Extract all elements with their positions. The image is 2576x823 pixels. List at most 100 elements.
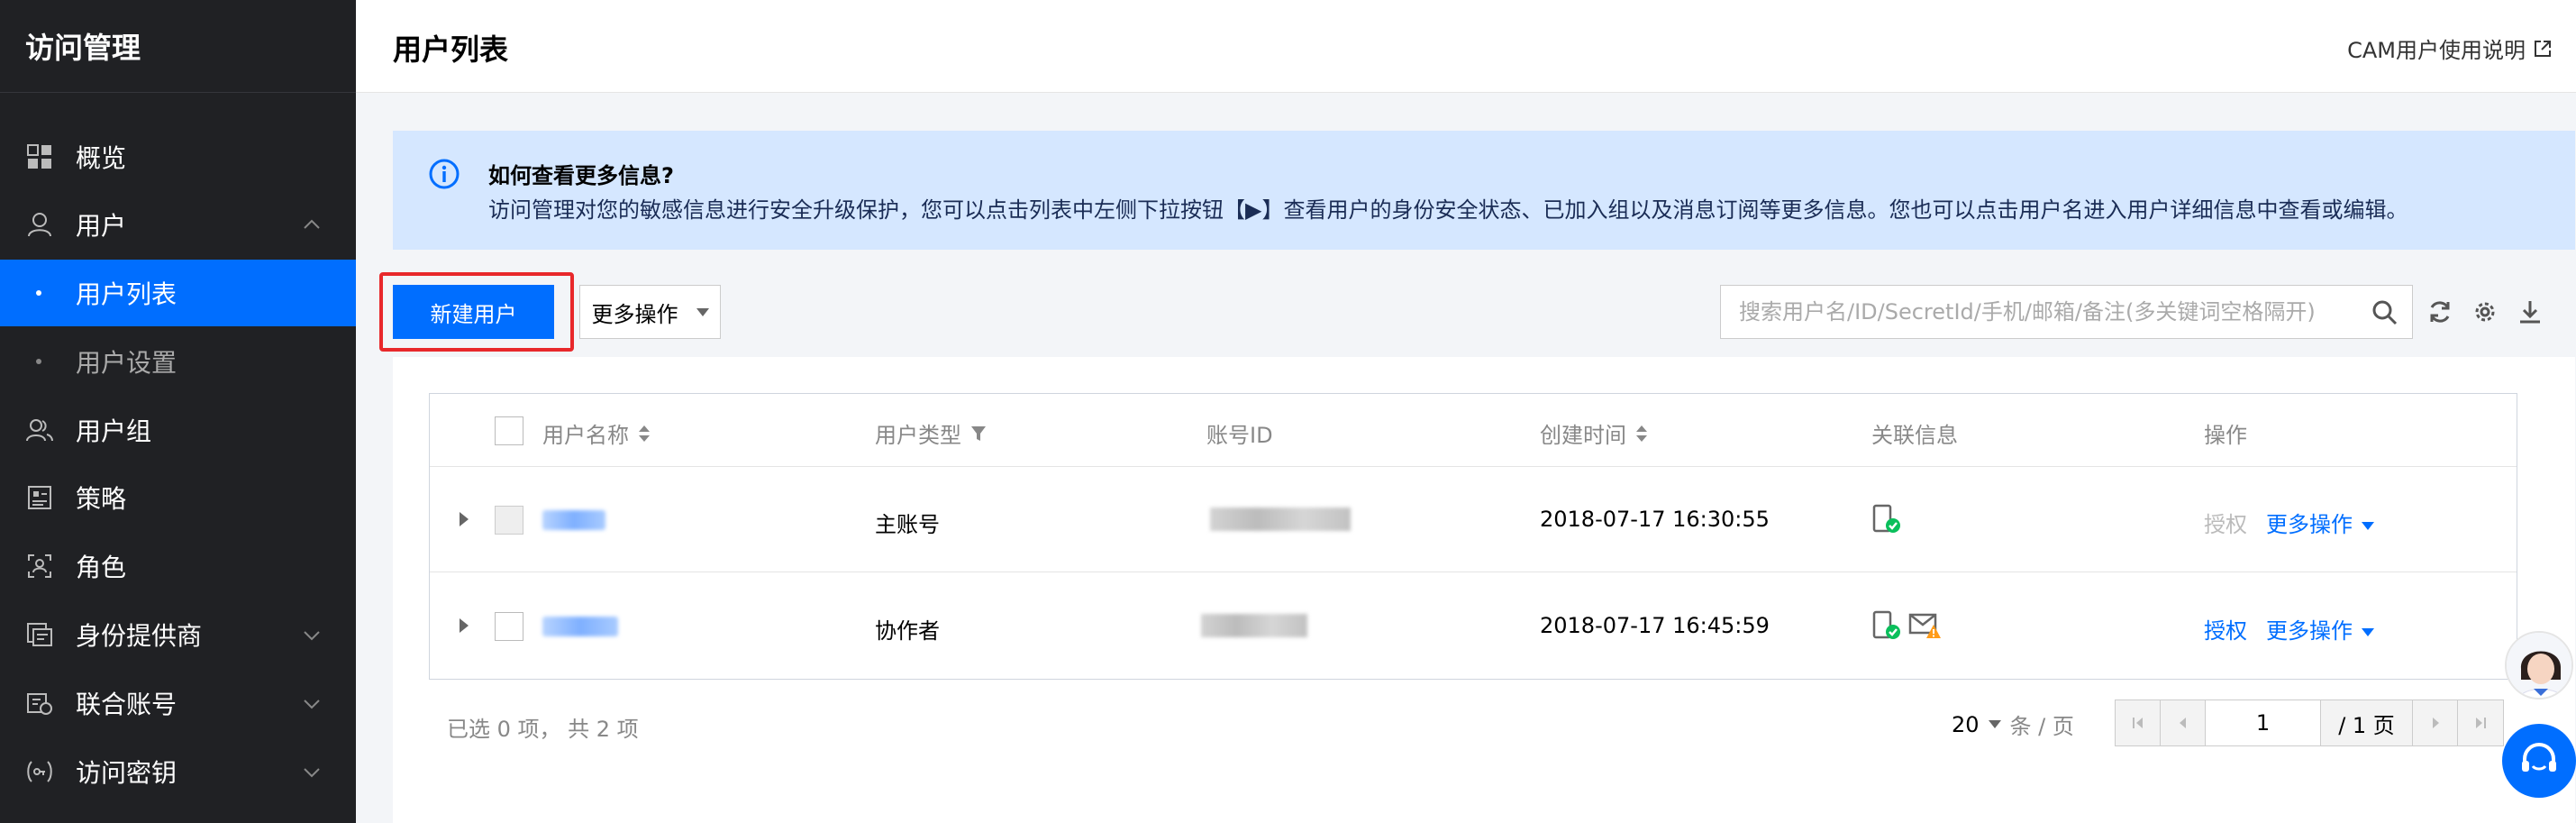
sidebar-item-role[interactable]: 角色	[0, 533, 356, 599]
info-icon	[429, 159, 460, 189]
next-page-icon	[2432, 718, 2439, 728]
select-all-checkbox[interactable]	[495, 416, 523, 445]
account-id	[1210, 508, 1351, 531]
refresh-icon[interactable]	[2426, 297, 2454, 326]
sidebar-item-federated-account[interactable]: 联合账号	[0, 670, 356, 736]
sidebar-item-policy[interactable]: 策略	[0, 464, 356, 531]
user-group-icon	[25, 416, 54, 444]
bullet-icon	[36, 290, 41, 296]
authorize-link-disabled: 授权	[2204, 512, 2247, 537]
sidebar-item-user[interactable]: 用户	[0, 191, 356, 258]
page-number-input[interactable]: 1	[2206, 700, 2321, 745]
page-size-select[interactable]: 20 条 / 页	[1952, 709, 2074, 740]
sidebar: 访问管理 概览 用户 用户列表 用户设置 用户组 策略 角色 身份提供商 联合账…	[0, 0, 356, 823]
total-pages: / 1 页	[2321, 700, 2413, 745]
doc-link-label: CAM用户使用说明	[2347, 38, 2526, 63]
account-id	[1201, 614, 1307, 637]
column-header-username[interactable]: 用户名称	[542, 417, 651, 449]
prev-page-button[interactable]	[2161, 700, 2206, 745]
search-icon[interactable]	[2371, 298, 2399, 327]
sidebar-item-label: 用户设置	[76, 348, 177, 378]
sidebar-title: 访问管理	[0, 0, 356, 93]
user-icon	[25, 210, 54, 239]
chevron-down-icon	[304, 700, 320, 709]
column-header-associated-info: 关联信息	[1871, 423, 1958, 448]
gear-icon[interactable]	[2471, 297, 2499, 326]
email-warning-icon	[1908, 613, 1941, 638]
page-header: 用户列表 CAM用户使用说明	[356, 0, 2576, 93]
row-checkbox[interactable]	[495, 506, 523, 535]
column-header-user-type[interactable]: 用户类型	[875, 417, 987, 449]
info-banner: 如何查看更多信息? 访问管理对您的敏感信息进行安全升级保护，您可以点击列表中左侧…	[393, 131, 2575, 250]
policy-icon	[25, 483, 54, 512]
federated-account-icon	[25, 689, 54, 718]
selection-summary: 已选 0 项， 共 2 项	[447, 717, 639, 742]
grid-icon	[25, 142, 54, 171]
last-page-button[interactable]	[2458, 700, 2503, 745]
sidebar-item-label: 访问密钥	[76, 758, 177, 788]
access-key-icon	[25, 757, 54, 786]
caret-down-icon	[2362, 521, 2374, 530]
next-page-button[interactable]	[2413, 700, 2458, 745]
authorize-link[interactable]: 授权	[2204, 613, 2247, 645]
column-header-created-time[interactable]: 创建时间	[1540, 417, 1648, 449]
sidebar-item-user-settings[interactable]: 用户设置	[0, 328, 356, 395]
doc-link[interactable]: CAM用户使用说明	[2347, 32, 2553, 64]
new-user-button[interactable]: 新建用户	[393, 285, 554, 339]
phone-verified-icon	[1872, 504, 1900, 533]
headset-icon	[2522, 743, 2556, 772]
filter-icon	[971, 425, 986, 441]
caret-down-icon	[696, 307, 709, 316]
sort-icon	[639, 425, 650, 442]
first-page-icon	[2132, 718, 2143, 728]
table-row: 主账号 2018-07-17 16:30:55 授权 更多操作	[430, 467, 2517, 572]
column-header-actions: 操作	[2204, 423, 2247, 448]
role-icon	[25, 552, 54, 581]
sidebar-item-label: 用户列表	[76, 279, 177, 309]
support-agent-avatar[interactable]	[2505, 631, 2573, 700]
more-actions-dropdown[interactable]: 更多操作	[579, 285, 721, 339]
page-size-unit: 条 / 页	[2009, 714, 2074, 739]
username-link[interactable]	[542, 510, 605, 530]
chevron-down-icon	[304, 631, 320, 641]
row-more-actions[interactable]: 更多操作	[2266, 507, 2374, 538]
sidebar-item-label: 策略	[76, 484, 127, 514]
identity-provider-icon	[25, 620, 54, 649]
sidebar-item-label: 身份提供商	[76, 621, 203, 651]
sidebar-item-label: 用户组	[76, 416, 152, 446]
sidebar-item-identity-provider[interactable]: 身份提供商	[0, 601, 356, 668]
sidebar-item-access-key[interactable]: 访问密钥	[0, 738, 356, 805]
page-title: 用户列表	[393, 32, 509, 67]
banner-text: 访问管理对您的敏感信息进行安全升级保护，您可以点击列表中左侧下拉按钮【▶】查看用…	[488, 197, 2408, 223]
chevron-down-icon	[304, 768, 320, 778]
table-header: 用户名称 用户类型 账号ID 创建时间 关联信息 操作	[430, 394, 2517, 467]
user-type: 主账号	[875, 512, 940, 537]
created-time: 2018-07-17 16:30:55	[1540, 507, 1770, 532]
sidebar-item-overview[interactable]: 概览	[0, 123, 356, 190]
user-table: 用户名称 用户类型 账号ID 创建时间 关联信息 操作 主账号 2018-07-…	[429, 393, 2517, 680]
sidebar-item-label: 角色	[76, 553, 127, 582]
sidebar-item-user-list[interactable]: 用户列表	[0, 260, 356, 326]
sort-icon	[1636, 425, 1647, 442]
sidebar-item-label: 用户	[76, 211, 127, 241]
external-link-icon	[2535, 40, 2551, 57]
customer-support-button[interactable]	[2502, 724, 2576, 798]
search-input[interactable]	[1721, 299, 2352, 325]
username-link[interactable]	[542, 617, 618, 636]
banner-title: 如何查看更多信息?	[488, 163, 674, 188]
row-checkbox[interactable]	[495, 612, 523, 641]
chevron-up-icon	[304, 219, 320, 229]
phone-verified-icon	[1872, 610, 1900, 639]
sidebar-item-label: 联合账号	[76, 690, 177, 719]
first-page-button[interactable]	[2116, 700, 2161, 745]
search-box	[1720, 285, 2413, 339]
user-type: 协作者	[875, 618, 940, 644]
row-more-actions[interactable]: 更多操作	[2266, 613, 2374, 645]
expand-row-icon[interactable]	[460, 512, 469, 526]
download-icon[interactable]	[2516, 297, 2544, 326]
expand-row-icon[interactable]	[460, 618, 469, 633]
created-time: 2018-07-17 16:45:59	[1540, 613, 1770, 638]
column-header-account-id: 账号ID	[1206, 423, 1273, 448]
table-row: 协作者 2018-07-17 16:45:59 授权 更多操作	[430, 573, 2517, 679]
sidebar-item-user-group[interactable]: 用户组	[0, 397, 356, 463]
